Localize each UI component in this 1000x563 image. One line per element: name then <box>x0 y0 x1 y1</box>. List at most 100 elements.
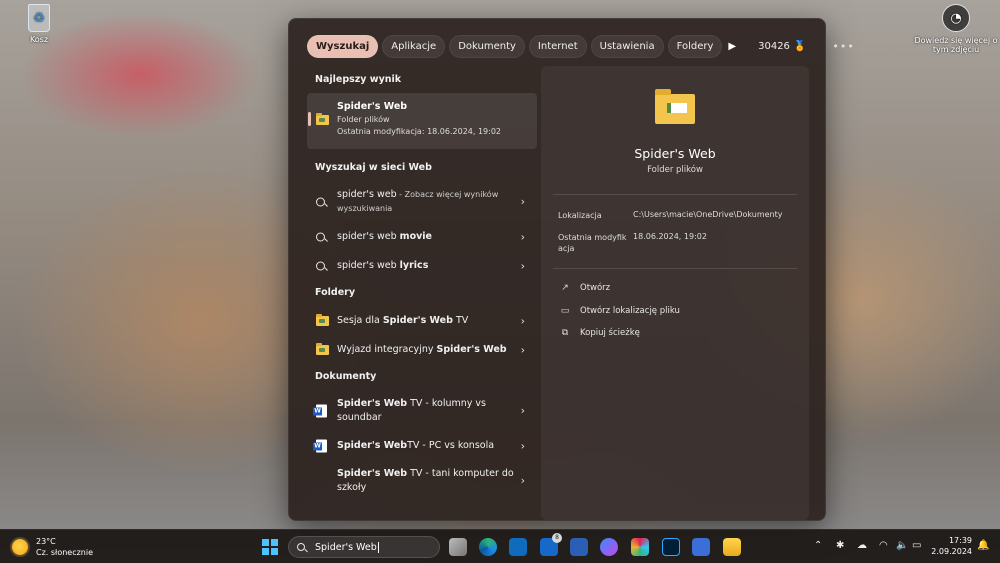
divider <box>553 268 797 269</box>
open-external-icon: ↗ <box>561 283 569 293</box>
tab-web[interactable]: Internet <box>528 34 587 58</box>
folder-result-item[interactable]: Sesja dla Spider's Web TV › <box>307 306 537 335</box>
search-icon <box>316 232 325 241</box>
location-label: Lokalizacja <box>558 211 602 220</box>
chevron-up-icon[interactable]: ⌃ <box>814 540 822 551</box>
document-result-item[interactable]: Spider's Web TV - tani komputer do szkoł… <box>307 460 537 501</box>
clock[interactable]: 17:39 2.09.2024 <box>930 535 972 557</box>
volume-icon[interactable]: 🔈 <box>896 540 908 551</box>
slack-icon[interactable] <box>631 538 649 556</box>
mail-icon[interactable]: 8 <box>540 533 562 556</box>
learn-about-picture-label: Dowiedz się więcej o tym zdjęciu <box>914 36 998 54</box>
recycle-bin-label: Kosz <box>29 35 49 44</box>
windows-logo-tile <box>262 539 269 546</box>
web-query-bold: lyrics <box>399 260 429 271</box>
folders-heading: Foldery <box>315 287 356 298</box>
rewards-points[interactable]: 30426 🏅 <box>758 41 806 52</box>
chevron-right-icon: › <box>520 343 525 356</box>
notifications-bell-icon[interactable]: 🔔 <box>977 540 989 551</box>
preview-title: Spider's Web <box>634 146 716 161</box>
document-result-item[interactable]: Spider's Web TV - kolumny vs soundbar › <box>307 390 537 431</box>
weather-widget[interactable]: 23°C Cz. słonecznie <box>12 536 93 558</box>
messenger-icon[interactable] <box>600 538 618 556</box>
tab-documents[interactable]: Dokumenty <box>449 34 525 58</box>
learn-about-picture-desktop-icon[interactable]: ◔ Dowiedz się więcej o tym zdjęciu <box>914 4 998 54</box>
best-match-heading: Najlepszy wynik <box>315 74 402 85</box>
folder-icon <box>316 113 329 125</box>
document-icon <box>316 474 328 487</box>
tab-settings[interactable]: Ustawienia <box>590 34 664 58</box>
open-location-label: Otwórz lokalizację pliku <box>580 306 680 316</box>
tab-folders[interactable]: Foldery <box>667 34 723 58</box>
open-action[interactable]: ↗ Otwórz <box>560 283 610 293</box>
windows-logo-tile <box>271 548 278 555</box>
bluetooth-icon[interactable]: ✱ <box>836 540 844 551</box>
copy-icon: ⧉ <box>561 328 569 338</box>
word-document-icon <box>313 439 327 452</box>
web-query-bold: movie <box>399 231 432 242</box>
outlook-new-icon[interactable] <box>692 538 710 556</box>
recycle-bin-desktop-icon[interactable]: ♻ Kosz <box>20 4 58 44</box>
modified-label: Ostatnia modyfik acja <box>558 233 627 253</box>
modified-value: 18.06.2024, 19:02 <box>633 232 707 241</box>
outlook-icon[interactable] <box>509 538 527 556</box>
search-icon <box>316 197 325 206</box>
preview-pane: Spider's Web Folder plików Lokalizacja C… <box>541 66 809 520</box>
camera-icon: ◔ <box>942 4 970 32</box>
divider <box>553 194 797 195</box>
file-explorer-icon[interactable] <box>723 538 741 556</box>
more-icon[interactable]: ••• <box>832 40 854 53</box>
search-tabs: Wyszukaj Aplikacje Dokumenty Internet Us… <box>307 34 854 58</box>
weather-temp: 23°C <box>36 537 56 546</box>
folder-outline-icon: ▭ <box>560 306 570 316</box>
location-value: C:\Users\macie\OneDrive\Dokumenty <box>633 210 783 219</box>
best-match-title: Spider's Web <box>337 101 408 112</box>
taskbar: 23°C Cz. słonecznie Spider's Web 8 ⌃ ✱ ☁… <box>0 529 1000 563</box>
web-result-item[interactable]: spider's web - Zobacz więcej wyników wys… <box>307 181 537 222</box>
onedrive-icon[interactable]: ☁ <box>857 540 867 551</box>
folder-name-pre: Wyjazd integracyjny <box>337 344 434 355</box>
web-result-item[interactable]: spider's web movie › <box>307 222 537 251</box>
tab-search[interactable]: Wyszukaj <box>307 34 379 58</box>
photoshop-icon[interactable] <box>662 538 680 556</box>
edge-icon[interactable] <box>479 538 497 556</box>
word-icon[interactable] <box>570 538 588 556</box>
task-view-icon[interactable] <box>449 538 467 556</box>
best-match-type: Folder plików <box>337 115 390 124</box>
medal-icon: 🏅 <box>793 40 807 52</box>
chevron-right-icon: › <box>520 259 525 272</box>
taskbar-search-input[interactable]: Spider's Web <box>288 536 440 558</box>
play-icon[interactable]: ▶ <box>728 35 736 57</box>
folder-name-pre: Sesja dla <box>337 315 380 326</box>
copy-path-action[interactable]: ⧉ Kopiuj ścieżkę <box>560 328 640 338</box>
rewards-points-value: 30426 <box>758 40 790 52</box>
document-name-bold: Spider's Web <box>337 467 408 479</box>
copy-path-label: Kopiuj ścieżkę <box>580 328 640 338</box>
windows-logo-tile <box>271 539 278 546</box>
clock-time: 17:39 <box>948 536 972 545</box>
folder-name-post: TV <box>455 315 469 326</box>
best-match-modified: Ostatnia modyfikacja: 18.06.2024, 19:02 <box>337 127 502 136</box>
web-result-item[interactable]: spider's web lyrics › <box>307 251 537 280</box>
tab-apps[interactable]: Aplikacje <box>382 34 446 58</box>
open-location-action[interactable]: ▭ Otwórz lokalizację pliku <box>560 306 680 316</box>
best-match-item[interactable]: Spider's Web Folder plików Ostatnia mody… <box>307 93 537 149</box>
wifi-icon[interactable]: ◠ <box>879 540 888 551</box>
battery-icon[interactable]: ▭ <box>912 540 921 551</box>
documents-heading: Dokumenty <box>315 371 377 382</box>
document-name-bold: Spider's Web <box>337 440 408 451</box>
folder-result-item[interactable]: Wyjazd integracyjny Spider's Web › <box>307 335 537 364</box>
preview-type: Folder plików <box>647 165 703 175</box>
start-button[interactable] <box>262 539 278 555</box>
chevron-right-icon: › <box>520 473 525 487</box>
chevron-right-icon: › <box>520 439 525 452</box>
document-result-item[interactable]: Spider's Web TV - PC vs konsola › <box>307 431 537 460</box>
search-icon <box>297 543 305 551</box>
chevron-right-icon: › <box>520 230 525 243</box>
notification-badge: 8 <box>552 533 562 543</box>
document-name-post: TV - PC vs konsola <box>407 440 495 451</box>
web-query: spider's web <box>337 188 397 200</box>
web-query: spider's web <box>337 231 397 242</box>
folder-name-bold: Spider's Web <box>436 344 507 355</box>
open-action-label: Otwórz <box>580 283 611 293</box>
